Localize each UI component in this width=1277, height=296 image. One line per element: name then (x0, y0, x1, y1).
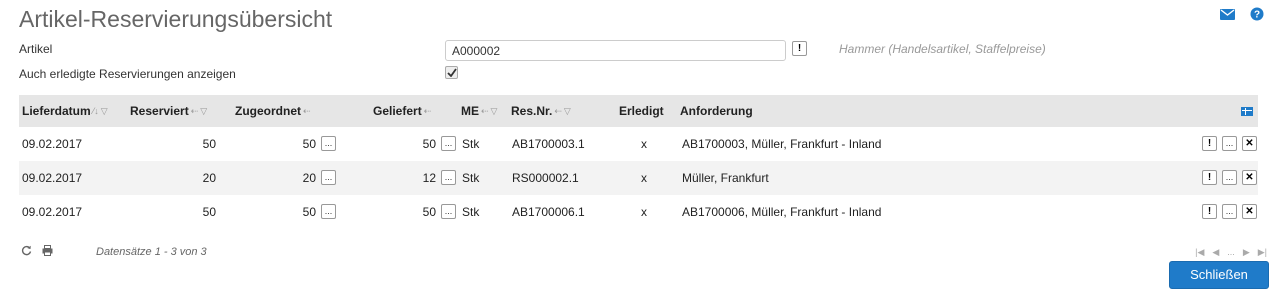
cell-geliefert: 50 (422, 137, 436, 151)
table-row: 09.02.2017 50 50 ... 50 ... Stk AB170000… (19, 127, 1258, 161)
close-button[interactable]: Schließen (1169, 261, 1269, 289)
table-header: Lieferdatum ⁄↓ ▽ Reserviert ⇠ ▽ Zugeordnet ⇠ … (19, 95, 1258, 127)
zugeordnet-details-button[interactable]: ... (321, 170, 336, 185)
sort-icon[interactable]: ⇠ (303, 95, 311, 127)
cell-erledigt: x (641, 137, 647, 151)
row-delete-button[interactable]: ✕ (1242, 204, 1257, 219)
cell-resnr: AB1700006.1 (512, 205, 585, 219)
col-me[interactable]: ME ⇠ ▽ (461, 95, 497, 127)
row-more-button[interactable]: ... (1222, 136, 1237, 151)
filter-icon[interactable]: ▽ (200, 95, 207, 127)
next-page-icon[interactable]: ▶ (1243, 247, 1250, 258)
cell-anforderung: Müller, Frankfurt (682, 171, 769, 185)
col-zugeordnet[interactable]: Zugeordnet ⇠ (235, 95, 311, 127)
filter-icon[interactable]: ▽ (491, 95, 498, 127)
prev-page-icon[interactable]: ◀ (1212, 247, 1219, 258)
cell-reserviert: 50 (202, 205, 216, 219)
col-reserviert[interactable]: Reserviert ⇠ ▽ (130, 95, 207, 127)
cell-resnr: RS000002.1 (512, 171, 579, 185)
svg-text:?: ? (1254, 10, 1260, 21)
geliefert-details-button[interactable]: ... (441, 204, 456, 219)
cell-resnr: AB1700003.1 (512, 137, 585, 151)
record-count: Datensätze 1 - 3 von 3 (96, 246, 207, 258)
col-lieferdatum[interactable]: Lieferdatum ⁄↓ ▽ (22, 95, 108, 127)
zugeordnet-details-button[interactable]: ... (321, 136, 336, 151)
col-geliefert[interactable]: Geliefert ⇠ (373, 95, 431, 127)
cell-anforderung: AB1700003, Müller, Frankfurt - Inland (682, 137, 882, 151)
cell-reserviert: 20 (202, 171, 216, 185)
row-info-button[interactable]: ! (1202, 204, 1217, 219)
filter-icon[interactable]: ▽ (564, 95, 571, 127)
cell-anforderung: AB1700006, Müller, Frankfurt - Inland (682, 205, 882, 219)
cell-erledigt: x (641, 205, 647, 219)
geliefert-details-button[interactable]: ... (441, 136, 456, 151)
page-input[interactable]: ... (1227, 247, 1235, 258)
checkmark-icon (446, 68, 457, 77)
sort-icon[interactable]: ⇠ (191, 95, 199, 127)
sort-icon[interactable]: ⇠ (481, 95, 489, 127)
mail-icon[interactable] (1219, 6, 1235, 22)
cell-zugeordnet: 50 (302, 205, 316, 219)
table-row: 09.02.2017 20 20 ... 12 ... Stk RS000002… (19, 161, 1258, 195)
print-icon[interactable] (42, 245, 53, 259)
refresh-icon[interactable] (21, 245, 32, 259)
cell-geliefert: 50 (422, 205, 436, 219)
row-info-button[interactable]: ! (1202, 170, 1217, 185)
page-title: Artikel-Reservierungsübersicht (19, 6, 333, 32)
show-completed-label: Auch erledigte Reservierungen anzeigen (19, 67, 236, 81)
column-config-icon[interactable] (1241, 95, 1253, 127)
col-erledigt[interactable]: Erledigt (619, 95, 664, 127)
filter-icon[interactable]: ▽ (101, 95, 108, 127)
cell-lieferdatum: 09.02.2017 (22, 205, 83, 219)
cell-lieferdatum: 09.02.2017 (22, 137, 83, 151)
geliefert-details-button[interactable]: ... (441, 170, 456, 185)
cell-geliefert: 12 (422, 171, 436, 185)
row-more-button[interactable]: ... (1222, 170, 1237, 185)
sort-icon[interactable]: ⇠ (424, 95, 432, 127)
row-info-button[interactable]: ! (1202, 136, 1217, 151)
top-icons: ? (1219, 6, 1265, 22)
row-delete-button[interactable]: ✕ (1242, 170, 1257, 185)
first-page-icon[interactable]: |◀ (1195, 247, 1204, 258)
cell-me: Stk (462, 137, 480, 151)
col-anforderung[interactable]: Anforderung (680, 95, 753, 127)
sort-icon[interactable]: ⇠ (554, 95, 562, 127)
pagination: |◀ ◀ ... ▶ ▶| (1195, 247, 1267, 258)
help-icon[interactable]: ? (1249, 6, 1265, 22)
show-completed-checkbox[interactable] (445, 66, 458, 79)
footer-tools (21, 245, 53, 259)
artikel-info-button[interactable]: ! (792, 41, 807, 56)
cell-zugeordnet: 20 (302, 171, 316, 185)
cell-erledigt: x (641, 171, 647, 185)
cell-reserviert: 50 (202, 137, 216, 151)
cell-me: Stk (462, 205, 480, 219)
artikel-label: Artikel (19, 42, 53, 56)
row-more-button[interactable]: ... (1222, 204, 1237, 219)
artikel-description: Hammer (Handelsartikel, Staffelpreise) (839, 42, 1046, 56)
zugeordnet-details-button[interactable]: ... (321, 204, 336, 219)
cell-me: Stk (462, 171, 480, 185)
artikel-input[interactable] (445, 40, 786, 61)
cell-lieferdatum: 09.02.2017 (22, 171, 83, 185)
last-page-icon[interactable]: ▶| (1258, 247, 1267, 258)
row-delete-button[interactable]: ✕ (1242, 136, 1257, 151)
sort-asc-icon[interactable]: ⁄↓ (93, 95, 99, 127)
table-row: 09.02.2017 50 50 ... 50 ... Stk AB170000… (19, 195, 1258, 229)
col-resnr[interactable]: Res.Nr. ⇠ ▽ (511, 95, 571, 127)
cell-zugeordnet: 50 (302, 137, 316, 151)
